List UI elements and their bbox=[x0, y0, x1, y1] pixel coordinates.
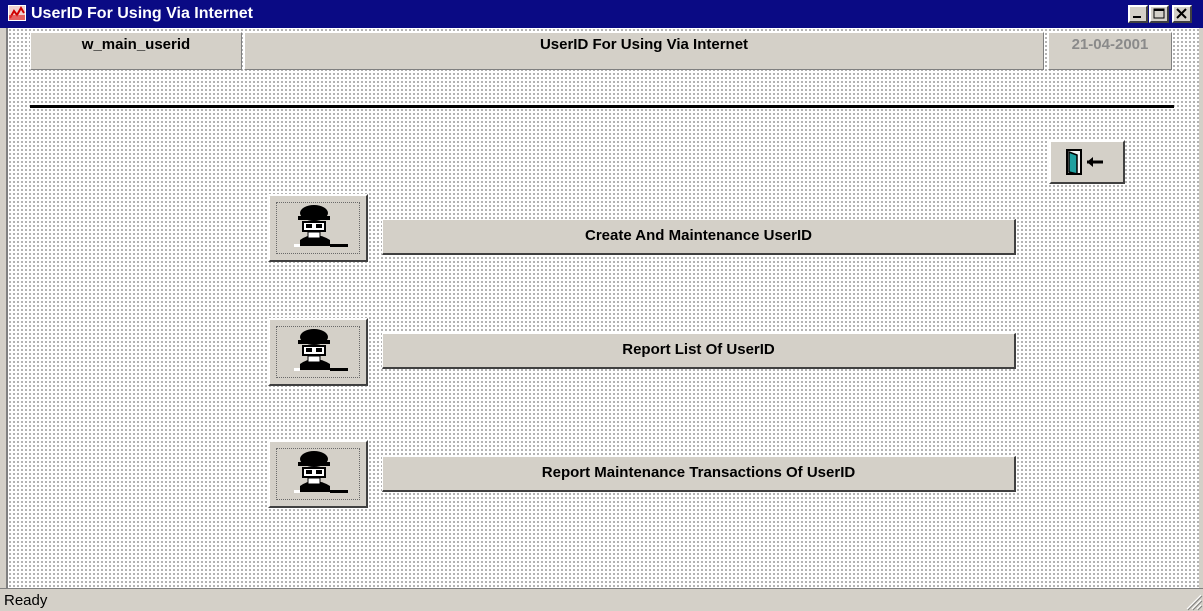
report-transactions-icon-button[interactable] bbox=[268, 440, 368, 508]
user-agent-icon bbox=[294, 205, 348, 247]
close-icon bbox=[1176, 8, 1187, 19]
report-list-icon-button[interactable] bbox=[268, 318, 368, 386]
report-list-button[interactable]: Report List Of UserID bbox=[382, 333, 1016, 369]
date-field: 21-04-2001 bbox=[1048, 32, 1172, 70]
chart-app-icon bbox=[8, 5, 26, 21]
status-bar: Ready bbox=[0, 588, 1203, 611]
title-bar[interactable]: UserID For Using Via Internet bbox=[0, 0, 1203, 28]
close-button[interactable] bbox=[1172, 5, 1192, 23]
window-name-field: w_main_userid bbox=[30, 32, 242, 70]
exit-door-icon bbox=[1066, 149, 1103, 175]
resize-grip-icon[interactable] bbox=[1181, 589, 1203, 611]
exit-button[interactable] bbox=[1049, 140, 1125, 184]
maximize-button[interactable] bbox=[1149, 5, 1169, 23]
report-transactions-button[interactable]: Report Maintenance Transactions Of UserI… bbox=[382, 456, 1016, 492]
application-window: UserID For Using Via Internet w_main_use… bbox=[0, 0, 1203, 611]
header-divider bbox=[30, 105, 1174, 108]
window-title: UserID For Using Via Internet bbox=[31, 5, 253, 22]
minimize-button[interactable] bbox=[1128, 5, 1148, 23]
maximize-icon bbox=[1153, 8, 1165, 19]
user-agent-icon bbox=[294, 329, 348, 371]
status-text: Ready bbox=[4, 592, 48, 609]
create-userid-button[interactable]: Create And Maintenance UserID bbox=[382, 219, 1016, 255]
create-userid-icon-button[interactable] bbox=[268, 194, 368, 262]
minimize-icon bbox=[1133, 16, 1141, 18]
user-agent-icon bbox=[294, 451, 348, 493]
page-title: UserID For Using Via Internet bbox=[244, 32, 1044, 70]
main-panel: w_main_userid UserID For Using Via Inter… bbox=[6, 28, 1199, 588]
